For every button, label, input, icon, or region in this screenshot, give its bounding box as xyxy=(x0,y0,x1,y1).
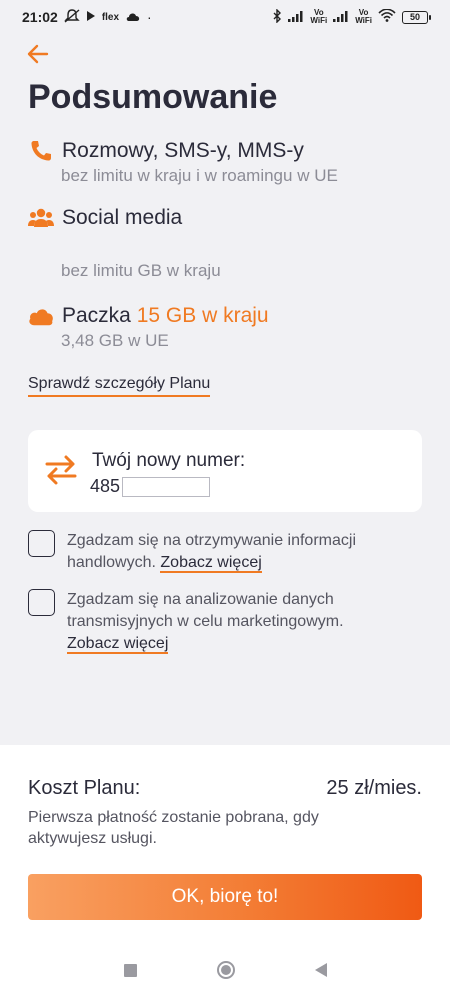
consent-commercial-checkbox[interactable] xyxy=(28,530,55,557)
payment-note: Pierwsza płatność zostanie pobrana, gdy … xyxy=(28,809,319,847)
recents-icon[interactable] xyxy=(123,963,137,977)
wifi-icon xyxy=(378,8,396,25)
new-number-prefix: 485 xyxy=(90,476,121,496)
feature-data-package: Paczka 15 GB w kraju 3,48 GB w UE xyxy=(28,303,269,351)
feature-social-media: Social media bez limitu GB w kraju xyxy=(28,205,221,281)
see-more-link[interactable]: Zobacz więcej xyxy=(160,554,262,573)
consent-transmission-checkbox[interactable] xyxy=(28,589,55,616)
feature-title: Rozmowy, SMS-y, MMS-y xyxy=(62,139,304,162)
cloud-status-icon xyxy=(125,10,141,25)
consent-commercial-info: Zgadzam się na otrzymywanie informacji h… xyxy=(28,530,397,574)
status-bar: 21:02 flex · Vo WiFi Vo WiFi 50 xyxy=(0,0,450,34)
see-more-link[interactable]: Zobacz więcej xyxy=(67,635,169,654)
swap-icon xyxy=(44,454,78,486)
summary-panel: Koszt Planu: 25 zł/mies. Pierwsza płatno… xyxy=(0,745,450,999)
page-title: Podsumowanie xyxy=(28,78,278,116)
feature-calls: Rozmowy, SMS-y, MMS-y bez limitu w kraju… xyxy=(28,138,338,186)
notifications-muted-icon xyxy=(64,8,80,26)
system-nav-bar xyxy=(0,950,450,990)
play-icon xyxy=(86,10,96,25)
feature-title: Social media xyxy=(62,206,183,229)
nav-back-icon[interactable] xyxy=(314,963,327,977)
carrier-label: flex xyxy=(101,11,120,23)
volte-label-2: Vo WiFi xyxy=(355,8,372,25)
redacted-number-mask xyxy=(122,476,211,497)
new-number-label: Twój nowy numer: xyxy=(92,450,246,471)
consent-transmission-data: Zgadzam się na analizowanie danych trans… xyxy=(28,589,397,655)
cost-row: Koszt Planu: 25 zł/mies. xyxy=(28,777,422,800)
feature-subtitle: bez limitu GB w kraju xyxy=(61,261,221,280)
plan-details-link[interactable]: Sprawdź szczegóły Planu xyxy=(28,375,211,397)
bluetooth-icon xyxy=(272,7,282,26)
feature-title: Paczka 15 GB w kraju xyxy=(62,304,269,328)
consent-label: Zgadzam się na analizowanie danych trans… xyxy=(67,591,344,630)
volte-label-1: Vo WiFi xyxy=(310,8,328,25)
feature-subtitle: 3,48 GB w UE xyxy=(61,331,169,350)
dot-icon: · xyxy=(147,9,152,25)
back-arrow-icon[interactable] xyxy=(26,42,50,66)
cost-value: 25 zł/mies. xyxy=(326,777,422,799)
people-icon xyxy=(28,205,54,231)
feature-subtitle: bez limitu w kraju i w roamingu w UE xyxy=(61,166,338,185)
feature-title-prefix: Paczka xyxy=(62,304,137,327)
home-icon[interactable] xyxy=(216,961,235,979)
signal-2-icon xyxy=(333,10,349,25)
confirm-plan-button[interactable]: OK, biorę to! xyxy=(28,874,422,920)
battery-icon: 50 xyxy=(402,10,431,24)
feature-title-highlight: 15 GB w kraju xyxy=(136,304,269,327)
signal-1-icon xyxy=(288,10,304,25)
cloud-icon xyxy=(28,303,54,329)
new-number-card: Twój nowy numer: 485 xyxy=(28,430,422,512)
consent-text: Zgadzam się na analizowanie danych trans… xyxy=(67,589,397,655)
status-time: 21:02 xyxy=(22,9,58,25)
phone-icon xyxy=(28,138,54,164)
consent-text: Zgadzam się na otrzymywanie informacji h… xyxy=(67,530,397,574)
new-number-value: 485 xyxy=(90,476,211,497)
summary-screen: 21:02 flex · Vo WiFi Vo WiFi 50 Podsumow… xyxy=(0,0,450,999)
cost-label: Koszt Planu: xyxy=(28,777,141,799)
